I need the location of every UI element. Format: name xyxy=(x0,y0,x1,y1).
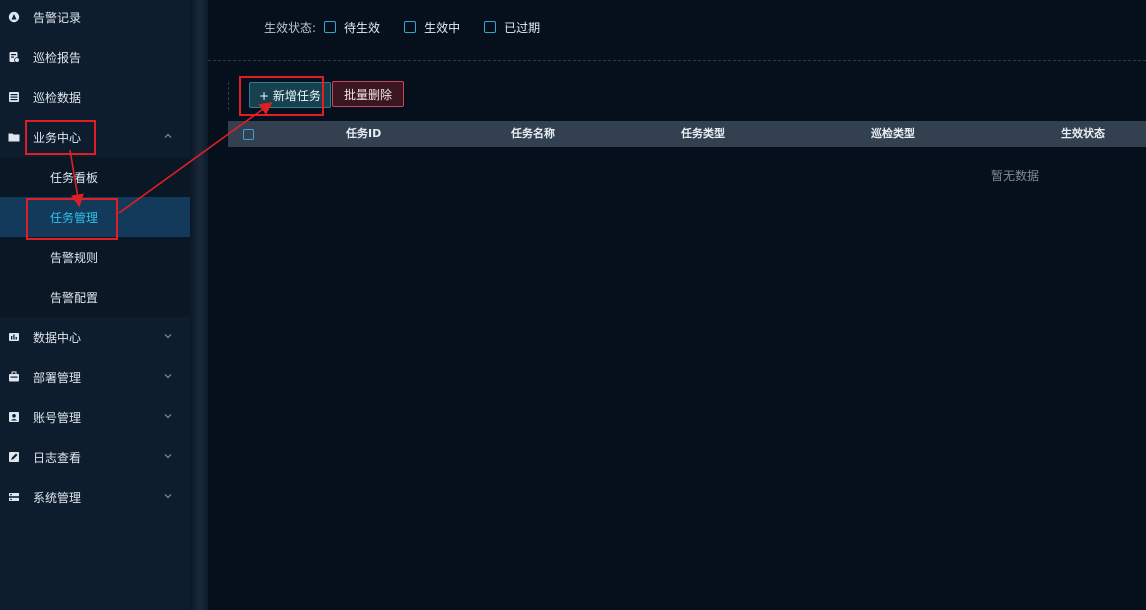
checkbox[interactable] xyxy=(324,21,337,33)
column-header-task-type[interactable]: 任务类型 xyxy=(681,121,725,147)
annotation-highlight xyxy=(239,76,324,116)
sub-item-label: 告警规则 xyxy=(50,250,99,265)
nav-item-inspection-data[interactable]: 巡检数据 xyxy=(0,77,190,117)
sidebar-gutter xyxy=(190,0,208,610)
alarm-icon xyxy=(8,11,20,23)
chevron-down-icon[interactable] xyxy=(163,371,173,381)
nav-item-system-management[interactable]: 系统管理 xyxy=(0,477,190,517)
sub-item-task-board[interactable]: 任务看板 xyxy=(0,157,190,197)
filter-option-expired[interactable]: 已过期 xyxy=(484,19,540,36)
nav-item-inspection-report[interactable]: 巡检报告 xyxy=(0,37,190,77)
select-all-checkbox[interactable] xyxy=(243,129,254,140)
log-icon xyxy=(8,451,20,463)
nav-item-label: 巡检报告 xyxy=(33,50,82,65)
option-label: 待生效 xyxy=(344,20,381,35)
nav-item-label: 数据中心 xyxy=(33,330,82,345)
column-header-effective-status[interactable]: 生效状态 xyxy=(1061,121,1105,147)
chevron-down-icon[interactable] xyxy=(163,451,173,461)
column-header-task-id[interactable]: 任务ID xyxy=(346,121,381,147)
data-icon xyxy=(8,91,20,103)
sub-item-alarm-rules[interactable]: 告警规则 xyxy=(0,237,190,277)
nav-item-log-viewer[interactable]: 日志查看 xyxy=(0,437,190,477)
chevron-down-icon[interactable] xyxy=(163,331,173,341)
folder-icon xyxy=(8,131,20,143)
checkbox[interactable] xyxy=(404,21,417,33)
option-label: 生效中 xyxy=(424,20,461,35)
nav-item-account-management[interactable]: 账号管理 xyxy=(0,397,190,437)
sub-item-label: 告警配置 xyxy=(50,290,99,305)
nav-item-deploy-management[interactable]: 部署管理 xyxy=(0,357,190,397)
account-icon xyxy=(8,411,20,423)
sub-item-alarm-config[interactable]: 告警配置 xyxy=(0,277,190,317)
divider xyxy=(228,82,229,110)
nav-item-label: 系统管理 xyxy=(33,490,82,505)
chevron-down-icon[interactable] xyxy=(163,411,173,421)
column-header-task-name[interactable]: 任务名称 xyxy=(511,121,555,147)
nav-item-label: 日志查看 xyxy=(33,450,82,465)
table-header: 任务ID 任务名称 任务类型 巡检类型 生效状态 xyxy=(228,121,1146,147)
system-icon xyxy=(8,491,20,503)
annotation-highlight xyxy=(25,120,96,155)
sidebar: 告警记录 巡检报告 巡检数据 业务中心 任务看板 任务管理 告警规则 告警配置 xyxy=(0,0,190,610)
batch-delete-button[interactable]: 批量删除 xyxy=(332,81,405,107)
nav-item-label: 告警记录 xyxy=(33,10,82,25)
nav-item-label: 部署管理 xyxy=(33,370,82,385)
nav-item-alarm-records[interactable]: 告警记录 xyxy=(0,0,190,37)
option-label: 已过期 xyxy=(504,20,541,35)
chart-icon xyxy=(8,331,20,343)
filter-option-pending[interactable]: 待生效 xyxy=(324,19,380,36)
deploy-icon xyxy=(8,371,20,383)
checkbox[interactable] xyxy=(484,21,497,33)
chevron-up-icon[interactable] xyxy=(163,131,173,141)
nav-item-data-center[interactable]: 数据中心 xyxy=(0,317,190,357)
sub-item-label: 任务看板 xyxy=(50,170,99,185)
annotation-highlight xyxy=(26,198,118,240)
nav-item-label: 账号管理 xyxy=(33,410,82,425)
filter-option-active[interactable]: 生效中 xyxy=(404,19,460,36)
divider xyxy=(208,60,1146,61)
status-filter: 生效状态: 待生效 生效中 已过期 xyxy=(264,18,564,36)
report-icon xyxy=(8,51,20,63)
column-header-inspection-type[interactable]: 巡检类型 xyxy=(871,121,915,147)
filter-label: 生效状态: xyxy=(264,20,317,35)
chevron-down-icon[interactable] xyxy=(163,491,173,501)
empty-state-text: 暂无数据 xyxy=(991,169,1040,183)
nav-item-label: 巡检数据 xyxy=(33,90,82,105)
main-content: 生效状态: 待生效 生效中 已过期 + 新增任务 批量删除 任务ID 任务名称 … xyxy=(208,0,1146,610)
